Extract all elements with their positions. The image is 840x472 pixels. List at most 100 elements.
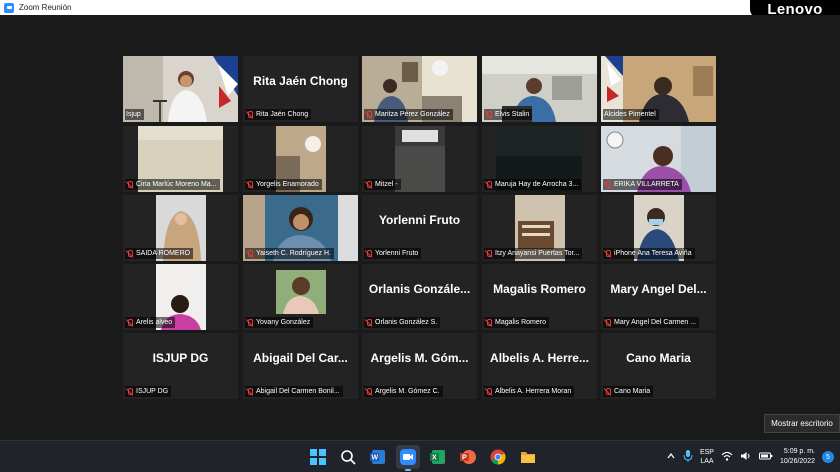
muted-mic-icon [246,110,254,119]
participant-name: Mitzel - [364,179,401,190]
participant-name: Alcides Pimentel [603,109,659,120]
muted-mic-icon [485,180,493,189]
participant-name: Yorgelis Enamorado [245,179,322,190]
participant-tile[interactable]: Maruja Hay de Arrocha 3... [482,126,597,192]
window-titlebar: Zoom Reunión Lenovo [0,0,840,19]
muted-mic-icon [365,110,373,119]
participant-tile[interactable]: Abigail Del Car... Abigail Del Carmen Bo… [243,333,358,399]
participant-tile[interactable]: Rita Jaén Chong Rita Jaén Chong [243,56,358,122]
participant-tile[interactable]: Yaiseth C. Rodríguez H. [243,195,358,261]
participant-tile[interactable]: Itzy Anayansi Puertas Tor... [482,195,597,261]
participant-name: Mary Angel Del Carmen ... [603,317,700,328]
participant-name: ERIKA VILLARRETA [603,179,682,190]
participant-tile[interactable]: Alcides Pimentel [601,56,716,122]
participant-name: SAIDA ROMERO [125,248,194,259]
notification-badge[interactable]: 5 [822,451,834,463]
zoom-icon[interactable] [396,445,420,471]
word-icon[interactable]: W [366,445,390,469]
participant-tile[interactable]: iPhone Ana Teresa Aviña [601,195,716,261]
participant-name: Elvis Stalin [484,109,533,120]
muted-mic-icon [485,249,493,258]
participant-name: Itzy Anayansi Puertas Tor... [484,248,583,259]
system-tray: ESP LAA 5:09 p. m. 10/26/2022 5 [666,441,834,472]
excel-icon[interactable]: X [426,445,450,469]
participant-tile[interactable]: Cano Maria Cano Maria [601,333,716,399]
muted-mic-icon [365,249,373,258]
muted-mic-icon [246,318,254,327]
participant-tile[interactable]: Isjup [123,56,238,122]
participant-tile[interactable]: Arelis alveo [123,264,238,330]
muted-mic-icon [365,387,373,396]
clock[interactable]: 5:09 p. m. 10/26/2022 [780,447,815,467]
participant-name: Maruja Hay de Arrocha 3... [484,179,582,190]
muted-mic-icon [604,387,612,396]
participant-name: iPhone Ana Teresa Aviña [603,248,695,259]
wifi-icon[interactable] [721,451,733,463]
svg-text:P: P [462,455,467,462]
powerpoint-icon[interactable]: P [456,445,480,469]
muted-mic-icon [126,180,134,189]
muted-mic-icon [246,180,254,189]
participant-display-name: Magalis Romero [493,282,586,296]
participant-name: Argelis M. Gómez C. [364,386,443,397]
muted-mic-icon [246,387,254,396]
input-language[interactable]: ESP LAA [700,448,714,466]
participant-name: Abigail Del Carmen Bonil... [245,386,343,397]
participant-name: Arelis alveo [125,317,176,328]
participant-name: Yovany González [245,317,314,328]
participant-tile[interactable]: Orlanis Gonzále... Orlanis González S. [362,264,477,330]
participant-tile[interactable]: Yovany González [243,264,358,330]
chevron-up-icon[interactable] [666,451,676,463]
participant-display-name: ISJUP DG [152,351,209,365]
battery-icon[interactable] [758,451,773,463]
participant-tile[interactable]: Maritza Pérez González [362,56,477,122]
volume-icon[interactable] [740,451,752,463]
participant-name: Rita Jaén Chong [245,109,312,120]
muted-mic-icon [365,180,373,189]
participant-name: Orlanis González S. [364,317,441,328]
muted-mic-icon [126,249,134,258]
muted-mic-icon [485,387,493,396]
participant-name: Isjup [125,109,144,120]
participant-tile[interactable]: Magalis Romero Magalis Romero [482,264,597,330]
participant-display-name: Abigail Del Car... [253,351,348,365]
participant-name: Ciria Marlúc Moreno Ma... [125,179,220,190]
participant-tile[interactable]: SAIDA ROMERO [123,195,238,261]
participant-display-name: Mary Angel Del... [610,282,707,296]
muted-mic-icon [365,318,373,327]
participant-display-name: Rita Jaén Chong [253,74,348,88]
participant-name: ISJUP DG [125,386,172,397]
muted-mic-icon [604,318,612,327]
participant-name: Albelis A. Herrera Moran [484,386,575,397]
muted-mic-icon [604,180,612,189]
participant-tile[interactable]: Yorlenni Fruto Yorlenni Fruto [362,195,477,261]
microphone-icon[interactable] [683,450,693,464]
participant-display-name: Albelis A. Herre... [490,351,589,365]
svg-text:X: X [432,455,437,462]
muted-mic-icon [604,249,612,258]
windows-start-icon[interactable] [306,445,330,469]
show-desktop-tooltip: Mostrar escritorio [764,414,840,433]
participant-tile[interactable]: Ciria Marlúc Moreno Ma... [123,126,238,192]
participant-tile[interactable]: Mitzel - [362,126,477,192]
muted-mic-icon [485,318,493,327]
muted-mic-icon [126,387,134,396]
participant-tile[interactable]: Argelis M. Góm... Argelis M. Gómez C. [362,333,477,399]
participant-tile[interactable]: Mary Angel Del... Mary Angel Del Carmen … [601,264,716,330]
participant-tile[interactable]: Elvis Stalin [482,56,597,122]
participant-tile[interactable]: ISJUP DG ISJUP DG [123,333,238,399]
file-explorer-icon[interactable] [516,445,540,469]
muted-mic-icon [126,318,134,327]
muted-mic-icon [485,110,493,119]
gallery-view: Isjup Rita Jaén Chong Rita Jaén Chong Ma… [0,15,840,440]
participant-display-name: Cano Maria [626,351,691,365]
participant-tile[interactable]: Albelis A. Herre... Albelis A. Herrera M… [482,333,597,399]
windows-taskbar: W X P ESP LAA 5:09 p. m. 10/26/2022 5 [0,440,840,472]
participant-name: Magalis Romero [484,317,549,328]
participant-tile[interactable]: Yorgelis Enamorado [243,126,358,192]
search-icon[interactable] [336,445,360,469]
participant-name: Cano Maria [603,386,654,397]
chrome-icon[interactable] [486,445,510,469]
participant-tile[interactable]: ERIKA VILLARRETA [601,126,716,192]
muted-mic-icon [246,249,254,258]
